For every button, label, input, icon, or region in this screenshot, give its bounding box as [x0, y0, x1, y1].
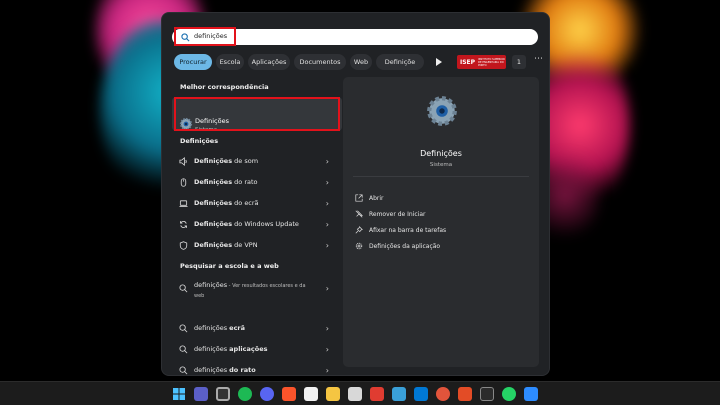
pin-icon: [355, 226, 363, 234]
best-match-heading: Melhor correspondência: [180, 83, 269, 91]
chevron-right-icon: ›: [325, 284, 329, 293]
search-highlight-box: [174, 27, 236, 46]
gear-icon: [355, 242, 363, 250]
web-result-aplicacoes[interactable]: definições aplicações ›: [179, 341, 329, 357]
postman-icon[interactable]: [436, 387, 450, 401]
speaker-icon: [179, 156, 187, 166]
result-count-badge[interactable]: 1: [512, 55, 526, 69]
spotify-icon[interactable]: [238, 387, 252, 401]
app-icon[interactable]: [216, 387, 230, 401]
chevron-right-icon: ›: [325, 240, 329, 250]
chevron-right-icon: ›: [325, 344, 329, 354]
whatsapp-icon[interactable]: [502, 387, 516, 401]
windows-start-icon[interactable]: [172, 387, 186, 401]
web-result-rato[interactable]: definições do rato ›: [179, 362, 329, 378]
terminal-icon[interactable]: [480, 387, 494, 401]
settings-gear-icon: [427, 96, 457, 126]
action-pin-taskbar[interactable]: Afixar na barra de tarefas: [355, 224, 446, 236]
settings-result-mouse[interactable]: Definições do rato ›: [179, 174, 329, 190]
taskbar: [0, 381, 720, 405]
best-match-highlight-box: [174, 97, 340, 131]
search-icon: [179, 323, 188, 332]
teams-icon[interactable]: [194, 387, 208, 401]
filter-bar: Procurar Escola Aplicações Documentos We…: [174, 54, 546, 70]
settings-result-windows-update[interactable]: Definições do Windows Update ›: [179, 216, 329, 232]
play-icon[interactable]: [436, 58, 442, 66]
notepad-icon[interactable]: [348, 387, 362, 401]
web-section-heading: Pesquisar a escola e a web: [180, 262, 279, 270]
chevron-right-icon: ›: [325, 198, 329, 208]
web-result-main[interactable]: definições - Ver resultados escolares e …: [179, 281, 329, 303]
start-menu: definições Procurar Escola Aplicações Do…: [162, 13, 549, 375]
action-unpin-start[interactable]: Remover de Iniciar: [355, 208, 425, 220]
brave-icon[interactable]: [282, 387, 296, 401]
chevron-right-icon: ›: [325, 219, 329, 229]
filter-chip-escola[interactable]: Escola: [216, 54, 244, 70]
chevron-right-icon: ›: [325, 323, 329, 333]
action-app-settings[interactable]: Definições da aplicação: [355, 240, 440, 252]
filter-chip-procurar[interactable]: Procurar: [174, 54, 212, 70]
settings-result-vpn[interactable]: Definições de VPN ›: [179, 237, 329, 253]
notion-icon[interactable]: [304, 387, 318, 401]
search-icon: [179, 365, 188, 374]
detail-subtitle: Sistema: [429, 162, 453, 168]
file-explorer-icon[interactable]: [326, 387, 340, 401]
detail-pane: Definições Sistema Abrir Remover de Inic…: [343, 77, 539, 367]
divider: [353, 176, 529, 177]
web-result-ecra[interactable]: definições ecrã ›: [179, 320, 329, 336]
chevron-right-icon: ›: [325, 177, 329, 187]
laptop-icon: [179, 199, 188, 207]
more-options-icon[interactable]: ⋯: [534, 54, 543, 64]
open-icon: [355, 194, 363, 202]
filter-chip-definicoes[interactable]: Definiçõe: [376, 54, 424, 70]
settings-result-sound[interactable]: Definições de som ›: [179, 153, 329, 169]
org-logo[interactable]: ISEP INSTITUTO SUPERIOR DE ENGENHARIA DO…: [457, 55, 506, 69]
snipping-tool-icon[interactable]: [370, 387, 384, 401]
action-open[interactable]: Abrir: [355, 192, 384, 204]
shield-icon: [179, 240, 188, 250]
chevron-right-icon: ›: [325, 156, 329, 166]
search-icon: [179, 284, 188, 293]
filter-chip-web[interactable]: Web: [350, 54, 372, 70]
mouse-icon: [180, 177, 187, 187]
unpin-icon: [355, 210, 363, 218]
filter-chip-aplicacoes[interactable]: Aplicações: [248, 54, 290, 70]
discord-icon[interactable]: [260, 387, 274, 401]
app-icon[interactable]: [458, 387, 472, 401]
search-icon: [179, 344, 188, 353]
chevron-right-icon: ›: [325, 365, 329, 375]
vscode-icon[interactable]: [414, 387, 428, 401]
refresh-icon: [180, 220, 187, 228]
app-icon[interactable]: [524, 387, 538, 401]
settings-section-heading: Definições: [180, 137, 219, 145]
detail-title: Definições: [420, 149, 462, 158]
settings-result-display[interactable]: Definições do ecrã ›: [179, 195, 329, 211]
app-icon[interactable]: [392, 387, 406, 401]
filter-chip-documentos[interactable]: Documentos: [294, 54, 346, 70]
